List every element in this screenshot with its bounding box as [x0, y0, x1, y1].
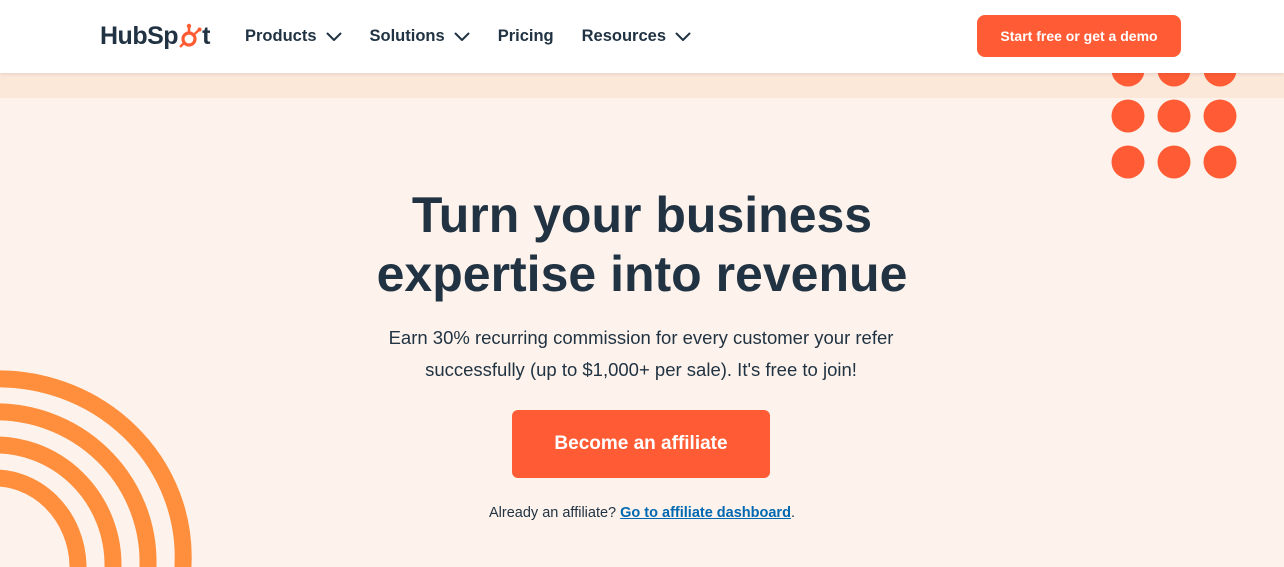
nav-products-label: Products [245, 27, 317, 45]
become-affiliate-button[interactable]: Become an affiliate [512, 410, 770, 478]
chevron-down-icon [675, 32, 691, 41]
decorative-arcs-icon [0, 370, 192, 567]
nav-resources[interactable]: Resources [582, 27, 691, 46]
start-free-demo-button[interactable]: Start free or get a demo [977, 15, 1181, 57]
affiliate-dashboard-link[interactable]: Go to affiliate dashboard [620, 505, 791, 521]
already-affiliate-label: Already an affiliate? [489, 505, 621, 521]
chevron-down-icon [326, 32, 342, 41]
nav-pricing-label: Pricing [497, 27, 554, 45]
logo-text-t: t [202, 21, 210, 50]
nav-solutions-label: Solutions [369, 27, 445, 45]
sprocket-icon [177, 23, 203, 49]
hero-top-band [0, 73, 1284, 98]
top-navigation: Hub Sp t Products Solutions Pricing Reso… [0, 0, 1284, 73]
hero-title-line2: expertise into revenue [376, 246, 908, 302]
nav-resources-label: Resources [581, 27, 667, 45]
hero-title: Turn your business expertise into revenu… [0, 186, 1284, 304]
main-nav: Products Solutions Pricing Resources [245, 0, 719, 73]
nav-products[interactable]: Products [245, 27, 342, 46]
hero-subtitle: Earn 30% recurring commission for every … [370, 322, 912, 386]
logo-text-hub: Hub [100, 21, 148, 50]
hubspot-logo[interactable]: Hub Sp t [100, 20, 210, 52]
nav-pricing[interactable]: Pricing [498, 27, 554, 46]
hero-subtitle-line1: Earn 30% recurring commission for every … [388, 327, 894, 348]
chevron-down-icon [454, 32, 470, 41]
hero-subtitle-line2: successfully (up to $1,000+ per sale). I… [425, 359, 857, 380]
already-affiliate-suffix: . [790, 505, 795, 521]
logo-text-sp: Sp [147, 21, 179, 50]
nav-solutions[interactable]: Solutions [370, 27, 470, 46]
hero-title-line1: Turn your business [411, 187, 873, 243]
